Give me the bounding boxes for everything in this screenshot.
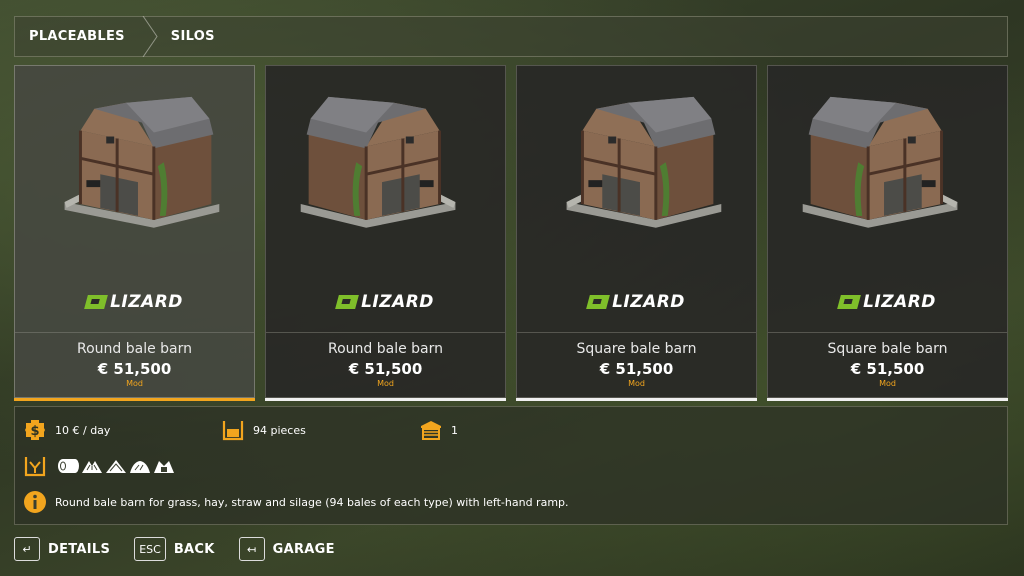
item-name: Round bale barn [76, 341, 192, 357]
garage-button[interactable]: ↤ GARAGE [238, 537, 335, 561]
silage-icon [153, 458, 175, 474]
fill-type-list [57, 458, 175, 474]
info-icon [24, 491, 46, 513]
mod-tag: Mod [879, 379, 896, 388]
back-button[interactable]: ESC BACK [134, 537, 214, 561]
breadcrumb-silos[interactable]: SILOS [171, 29, 215, 44]
svg-text:$: $ [30, 424, 39, 439]
tab-key-icon: ↤ [238, 537, 265, 561]
item-details-panel: $ 10 € / day 94 pieces 1 Round bale barn… [14, 406, 1008, 525]
selection-bar [516, 398, 757, 401]
grass-icon [81, 458, 103, 474]
brand-logo: LIZARD [517, 292, 756, 312]
shop-item-info: Square bale barn € 51,500 Mod [517, 332, 756, 399]
item-description: Round bale barn for grass, hay, straw an… [55, 495, 569, 509]
count-stat: 1 [419, 418, 458, 442]
shop-item-grid: LIZARD Round bale barn € 51,500 Mod LIZA… [14, 65, 1008, 401]
round-bale-icon [57, 458, 79, 474]
mod-tag: Mod [377, 379, 394, 388]
brand-logo: LIZARD [266, 292, 505, 312]
mod-tag: Mod [628, 379, 645, 388]
shop-item-card[interactable]: LIZARD Square bale barn € 51,500 Mod [516, 65, 757, 401]
item-name: Square bale barn [576, 341, 697, 357]
item-name: Square bale barn [827, 341, 948, 357]
upkeep-coin-icon: $ [25, 420, 45, 440]
capacity-stat: 94 pieces [221, 418, 306, 442]
shop-item-info: Round bale barn € 51,500 Mod [266, 332, 505, 399]
selection-bar [767, 398, 1008, 401]
shed-icon [421, 421, 441, 440]
description-row: Round bale barn for grass, hay, straw an… [23, 490, 569, 514]
breadcrumb-separator-icon [141, 16, 161, 57]
shop-item-card[interactable]: LIZARD Round bale barn € 51,500 Mod [265, 65, 506, 401]
escape-key-icon: ESC [134, 537, 166, 561]
upkeep-stat: $ 10 € / day [23, 418, 110, 442]
lizard-logo-icon [84, 295, 108, 309]
shop-item-card[interactable]: LIZARD Round bale barn € 51,500 Mod [14, 65, 255, 401]
shop-item-card[interactable]: LIZARD Square bale barn € 51,500 Mod [767, 65, 1008, 401]
item-price: € 51,500 [850, 360, 925, 378]
details-button[interactable]: ↵ DETAILS [14, 537, 110, 561]
item-price: € 51,500 [599, 360, 674, 378]
brand-logo: LIZARD [768, 292, 1007, 312]
brand-logo: LIZARD [15, 292, 254, 312]
item-price: € 51,500 [348, 360, 423, 378]
lizard-logo-icon [586, 295, 610, 309]
control-hints: ↵ DETAILS ESC BACK ↤ GARAGE [14, 536, 359, 562]
selection-bar [14, 398, 255, 401]
hay-icon [105, 458, 127, 474]
fill-type-icon [24, 457, 46, 477]
item-price: € 51,500 [97, 360, 172, 378]
mod-tag: Mod [126, 379, 143, 388]
shop-item-info: Round bale barn € 51,500 Mod [15, 332, 254, 399]
shop-item-info: Square bale barn € 51,500 Mod [768, 332, 1007, 399]
enter-key-icon: ↵ [14, 537, 40, 561]
fill-types-row [23, 454, 175, 478]
lizard-logo-icon [335, 295, 359, 309]
lizard-logo-icon [837, 295, 861, 309]
breadcrumb: PLACEABLES SILOS [14, 16, 1008, 57]
breadcrumb-placeables[interactable]: PLACEABLES [29, 29, 125, 44]
selection-bar [265, 398, 506, 401]
item-name: Round bale barn [327, 341, 443, 357]
straw-icon [129, 458, 151, 474]
capacity-box-icon [222, 421, 244, 441]
